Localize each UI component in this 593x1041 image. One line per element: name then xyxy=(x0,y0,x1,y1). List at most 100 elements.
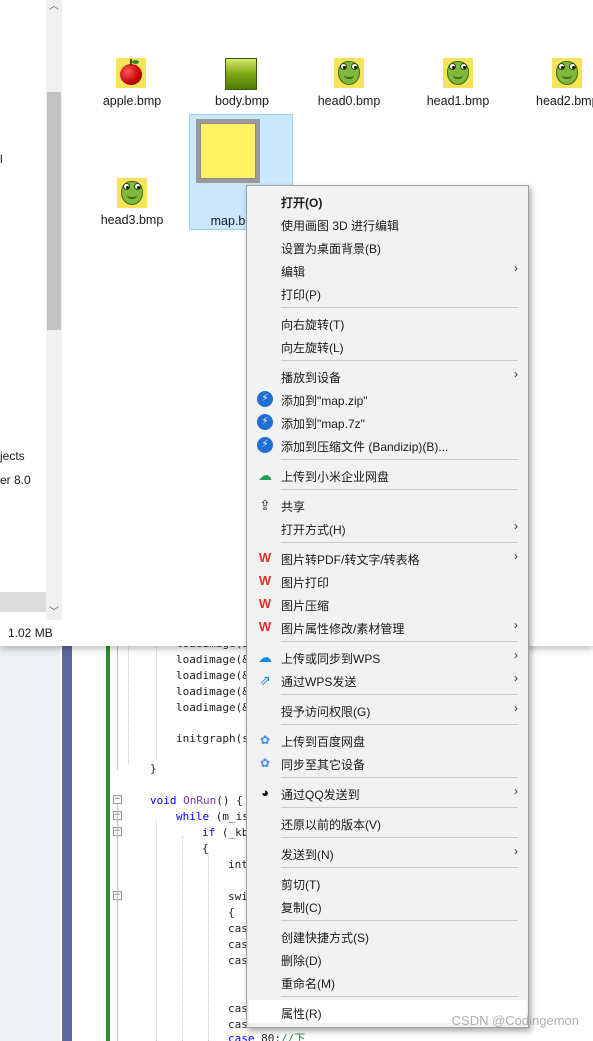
cloud-upload-icon: ☁ xyxy=(258,467,272,483)
menu-item-grant-access[interactable]: 授予访问权限(G) › xyxy=(249,698,526,721)
menu-item-create-shortcut[interactable]: 创建快捷方式(S) xyxy=(249,924,526,947)
submenu-arrow-icon: › xyxy=(514,648,518,662)
fold-toggle[interactable]: − xyxy=(113,795,122,804)
file-name: head1.bmp xyxy=(426,94,490,108)
context-menu: 打开(O) 使用画图 3D 进行编辑 设置为桌面背景(B) 编辑 › 打印(P)… xyxy=(246,185,529,1028)
editor-gutter xyxy=(72,640,102,1041)
menu-item-sync-devices[interactable]: ✿ 同步至其它设备 xyxy=(249,751,526,774)
frog-icon xyxy=(334,58,364,88)
menu-item-cast-to-device[interactable]: 播放到设备 › xyxy=(249,364,526,387)
fold-line xyxy=(117,805,118,1041)
menu-item-image-to-pdf[interactable]: W 图片转PDF/转文字/转表格 › xyxy=(249,546,526,569)
file-name: head2.bmp xyxy=(536,94,593,108)
menu-item-delete[interactable]: 删除(D) xyxy=(249,947,526,970)
code-line: cas xyxy=(228,922,248,935)
nav-item[interactable]: l xyxy=(0,152,3,166)
code-line: if (_kb xyxy=(202,826,249,839)
code-line: } xyxy=(150,762,157,775)
indent-guide xyxy=(182,836,183,1041)
file-name: apple.bmp xyxy=(102,94,162,108)
file-item-head3[interactable]: head3.bmp xyxy=(80,120,184,230)
menu-item-send-qq[interactable]: ◕ 通过QQ发送到 › xyxy=(249,781,526,804)
menu-item-edit-paint3d[interactable]: 使用画图 3D 进行编辑 xyxy=(249,212,526,235)
code-line: initgraph(s xyxy=(176,732,249,745)
selected-file-size: 1.02 MB xyxy=(8,626,53,640)
menu-item-upload-wps[interactable]: ☁ 上传或同步到WPS › xyxy=(249,645,526,668)
nav-item[interactable]: er 8.0 xyxy=(0,473,31,487)
indent-guide xyxy=(128,640,129,765)
menu-item-open[interactable]: 打开(O) xyxy=(249,189,526,212)
frog-icon xyxy=(552,58,582,88)
file-item-apple[interactable]: apple.bmp xyxy=(80,0,184,110)
menu-item-rename[interactable]: 重命名(M) xyxy=(249,970,526,993)
menu-item-copy[interactable]: 复制(C) xyxy=(249,894,526,917)
wps-icon: W xyxy=(258,596,272,611)
code-line: swi xyxy=(228,890,248,903)
baidu-netdisk-icon: ✿ xyxy=(259,733,271,747)
code-line: int xyxy=(228,858,248,871)
menu-item-restore-versions[interactable]: 还原以前的版本(V) xyxy=(249,811,526,834)
menu-item-add-7z[interactable]: ⚡ 添加到"map.7z" xyxy=(249,410,526,433)
menu-item-send-to[interactable]: 发送到(N) › xyxy=(249,841,526,864)
menu-separator xyxy=(281,777,518,778)
menu-separator xyxy=(281,307,518,308)
indent-guide xyxy=(208,852,209,1041)
menu-item-set-wallpaper[interactable]: 设置为桌面背景(B) xyxy=(249,235,526,258)
menu-item-send-wps[interactable]: ⇗ 通过WPS发送 › xyxy=(249,668,526,691)
menu-item-share[interactable]: ⇪ 共享 xyxy=(249,493,526,516)
file-name: head0.bmp xyxy=(317,94,381,108)
file-item-head0[interactable]: head0.bmp xyxy=(297,0,401,110)
wps-icon: W xyxy=(258,573,272,588)
menu-item-rotate-left[interactable]: 向左旋转(L) xyxy=(249,334,526,357)
menu-item-upload-baidu[interactable]: ✿ 上传到百度网盘 xyxy=(249,728,526,751)
fold-line xyxy=(117,640,118,770)
menu-item-upload-mi-cloud[interactable]: ☁ 上传到小米企业网盘 xyxy=(249,463,526,486)
submenu-arrow-icon: › xyxy=(514,701,518,715)
menu-separator xyxy=(281,489,518,490)
wps-send-icon: ⇗ xyxy=(259,672,271,688)
code-line: cas xyxy=(228,1002,248,1015)
menu-item-cut[interactable]: 剪切(T) xyxy=(249,871,526,894)
menu-item-add-zip[interactable]: ⚡ 添加到"map.zip" xyxy=(249,387,526,410)
menu-item-image-compress[interactable]: W 图片压缩 xyxy=(249,592,526,615)
bandizip-icon: ⚡ xyxy=(257,414,273,430)
horizontal-scrollbar[interactable] xyxy=(0,592,46,612)
file-name: head3.bmp xyxy=(100,213,164,227)
file-item-head2[interactable]: head2.bmp xyxy=(515,0,593,110)
code-line: cas xyxy=(228,938,248,951)
menu-separator xyxy=(281,996,518,997)
watermark: CSDN @Codingemon xyxy=(451,1013,579,1028)
menu-item-image-print[interactable]: W 图片打印 xyxy=(249,569,526,592)
menu-item-add-bandizip[interactable]: ⚡ 添加到压缩文件 (Bandizip)(B)... xyxy=(249,433,526,456)
wps-cloud-icon: ☁ xyxy=(258,649,272,665)
menu-item-image-properties[interactable]: W 图片属性修改/素材管理 › xyxy=(249,615,526,638)
menu-item-open-with[interactable]: 打开方式(H) › xyxy=(249,516,526,539)
submenu-arrow-icon: › xyxy=(514,519,518,533)
code-line: cas xyxy=(228,954,248,967)
nav-pane-scrollbar[interactable]: ︿ ﹀ xyxy=(46,0,62,620)
menu-separator xyxy=(281,837,518,838)
file-name: body.bmp xyxy=(215,94,269,108)
editor-scroll-indicator xyxy=(62,640,72,1041)
menu-separator xyxy=(281,920,518,921)
file-item-head1[interactable]: head1.bmp xyxy=(406,0,510,110)
wps-icon: W xyxy=(258,550,272,565)
code-line: { xyxy=(202,842,209,855)
nav-item[interactable]: jects xyxy=(0,449,25,463)
code-line: void OnRun() { xyxy=(150,794,243,807)
baidu-netdisk-icon: ✿ xyxy=(259,756,271,770)
map-icon xyxy=(196,119,260,183)
code-line: loadimage(& xyxy=(176,701,249,714)
menu-item-edit[interactable]: 编辑 › xyxy=(249,258,526,281)
menu-item-rotate-right[interactable]: 向右旋转(T) xyxy=(249,311,526,334)
scrollbar-thumb[interactable] xyxy=(47,92,61,330)
indent-guide xyxy=(156,640,157,760)
code-line: loadimage(& xyxy=(176,685,249,698)
scroll-up-arrow-icon[interactable]: ︿ xyxy=(46,0,62,14)
code-line: loadimage(& xyxy=(176,669,249,682)
file-item-body[interactable]: body.bmp xyxy=(190,0,294,110)
menu-item-print[interactable]: 打印(P) xyxy=(249,281,526,304)
navigation-pane[interactable]: l jects er 8.0 xyxy=(0,0,46,612)
scroll-down-arrow-icon[interactable]: ﹀ xyxy=(46,606,62,620)
menu-separator xyxy=(281,542,518,543)
